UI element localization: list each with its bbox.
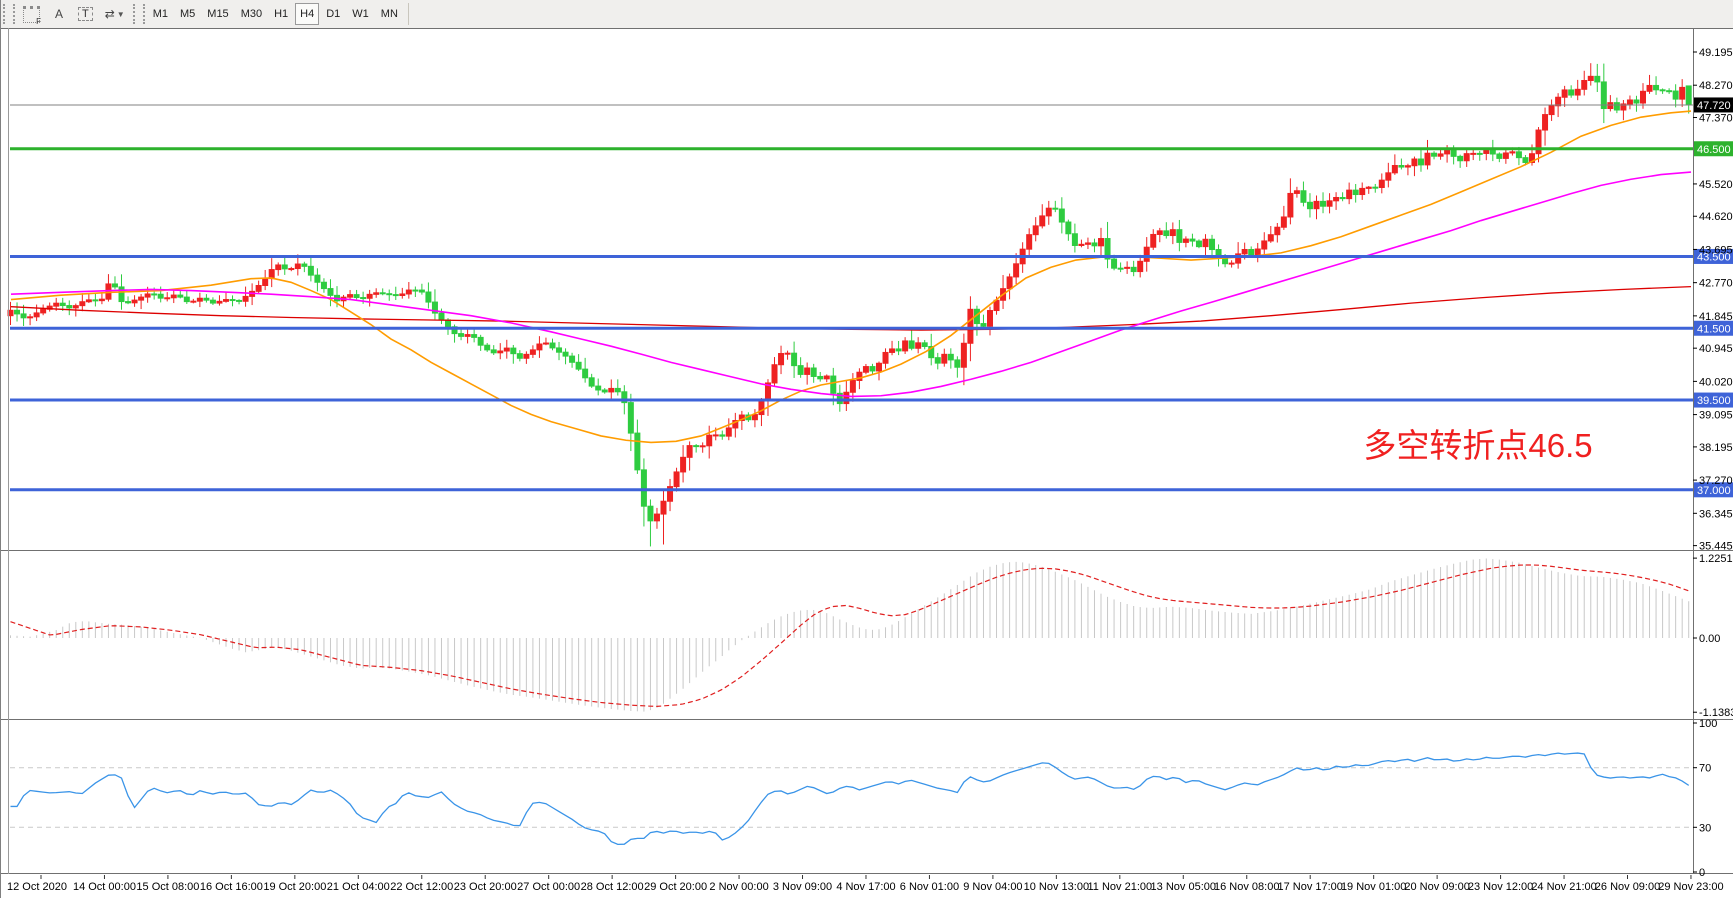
svg-text:37.270: 37.270 bbox=[1699, 475, 1733, 487]
svg-text:21 Oct 04:00: 21 Oct 04:00 bbox=[327, 881, 390, 893]
svg-text:11 Nov 21:00: 11 Nov 21:00 bbox=[1088, 881, 1153, 893]
svg-text:16 Nov 08:00: 16 Nov 08:00 bbox=[1214, 881, 1279, 893]
chart-canvas[interactable]: 47.72046.50043.50041.50039.50037.00049.1… bbox=[1, 28, 1733, 898]
svg-text:36.345: 36.345 bbox=[1699, 508, 1733, 520]
svg-text:47.720: 47.720 bbox=[1697, 100, 1731, 112]
svg-text:35.445: 35.445 bbox=[1699, 541, 1733, 553]
svg-text:0.00: 0.00 bbox=[1699, 633, 1720, 645]
svg-text:1.2251: 1.2251 bbox=[1699, 553, 1733, 565]
timeframe-button-h1[interactable]: H1 bbox=[269, 3, 293, 25]
svg-text:70: 70 bbox=[1699, 763, 1711, 775]
svg-text:40.020: 40.020 bbox=[1699, 376, 1733, 388]
svg-text:28 Oct 12:00: 28 Oct 12:00 bbox=[581, 881, 644, 893]
toolbar: F A T ⇄ ▼ M1M5M15M30H1H4D1W1MN bbox=[1, 0, 1733, 29]
svg-text:23 Oct 20:00: 23 Oct 20:00 bbox=[454, 881, 517, 893]
svg-text:23 Nov 12:00: 23 Nov 12:00 bbox=[1468, 881, 1533, 893]
text-box-button[interactable]: T bbox=[73, 3, 98, 25]
svg-text:0: 0 bbox=[1699, 867, 1705, 879]
cycle-arrows-icon: ⇄ bbox=[105, 8, 115, 20]
svg-text:9 Nov 04:00: 9 Nov 04:00 bbox=[963, 881, 1022, 893]
timeframe-button-m1[interactable]: M1 bbox=[148, 3, 173, 25]
svg-text:39.095: 39.095 bbox=[1699, 410, 1733, 422]
svg-text:3 Nov 09:00: 3 Nov 09:00 bbox=[773, 881, 832, 893]
annotation-text[interactable]: 多空转折点46.5 bbox=[1363, 427, 1592, 464]
svg-text:29 Oct 20:00: 29 Oct 20:00 bbox=[644, 881, 707, 893]
svg-text:29 Nov 23:00: 29 Nov 23:00 bbox=[1658, 881, 1723, 893]
svg-text:43.695: 43.695 bbox=[1699, 244, 1733, 256]
letter-a-icon: A bbox=[55, 8, 63, 20]
svg-text:20 Nov 09:00: 20 Nov 09:00 bbox=[1404, 881, 1469, 893]
svg-text:12 Oct 2020: 12 Oct 2020 bbox=[7, 881, 67, 893]
svg-text:38.195: 38.195 bbox=[1699, 442, 1733, 454]
svg-text:6 Nov 01:00: 6 Nov 01:00 bbox=[900, 881, 959, 893]
timeframe-button-group: M1M5M15M30H1H4D1W1MN bbox=[147, 3, 404, 25]
svg-text:19 Nov 01:00: 19 Nov 01:00 bbox=[1341, 881, 1406, 893]
svg-text:47.370: 47.370 bbox=[1699, 113, 1733, 125]
svg-text:22 Oct 12:00: 22 Oct 12:00 bbox=[390, 881, 453, 893]
timeframe-button-mn[interactable]: MN bbox=[376, 3, 403, 25]
svg-text:24 Nov 21:00: 24 Nov 21:00 bbox=[1531, 881, 1596, 893]
svg-text:16 Oct 16:00: 16 Oct 16:00 bbox=[200, 881, 263, 893]
chevron-down-icon: ▼ bbox=[117, 10, 125, 19]
grid-f-icon: F bbox=[23, 6, 40, 23]
svg-text:15 Oct 08:00: 15 Oct 08:00 bbox=[136, 881, 199, 893]
svg-text:10 Nov 13:00: 10 Nov 13:00 bbox=[1024, 881, 1089, 893]
svg-text:17 Nov 17:00: 17 Nov 17:00 bbox=[1277, 881, 1342, 893]
svg-text:13 Nov 05:00: 13 Nov 05:00 bbox=[1151, 881, 1216, 893]
timeframe-button-m15[interactable]: M15 bbox=[202, 3, 233, 25]
toolbar-separator bbox=[408, 3, 409, 25]
toolbar-drag-handle[interactable] bbox=[3, 4, 15, 24]
svg-text:14 Oct 00:00: 14 Oct 00:00 bbox=[73, 881, 136, 893]
svg-text:30: 30 bbox=[1699, 822, 1711, 834]
svg-text:41.845: 41.845 bbox=[1699, 311, 1733, 323]
svg-text:39.500: 39.500 bbox=[1697, 395, 1731, 407]
svg-text:46.500: 46.500 bbox=[1697, 144, 1731, 156]
svg-text:100: 100 bbox=[1699, 718, 1717, 730]
svg-text:41.500: 41.500 bbox=[1697, 323, 1731, 335]
expert-grid-button[interactable]: F bbox=[18, 3, 45, 25]
toolbar-drag-handle[interactable] bbox=[133, 4, 145, 24]
cycle-arrows-button[interactable]: ⇄ ▼ bbox=[100, 3, 130, 25]
svg-text:45.520: 45.520 bbox=[1699, 179, 1733, 191]
svg-text:4 Nov 17:00: 4 Nov 17:00 bbox=[836, 881, 895, 893]
svg-text:48.270: 48.270 bbox=[1699, 80, 1733, 92]
svg-text:2 Nov 00:00: 2 Nov 00:00 bbox=[709, 881, 768, 893]
mt4-window: F A T ⇄ ▼ M1M5M15M30H1H4D1W1MN ▼UKOil-,H… bbox=[0, 0, 1733, 898]
svg-text:19 Oct 20:00: 19 Oct 20:00 bbox=[263, 881, 326, 893]
timeframe-button-d1[interactable]: D1 bbox=[321, 3, 345, 25]
timeframe-button-m5[interactable]: M5 bbox=[175, 3, 200, 25]
svg-text:44.620: 44.620 bbox=[1699, 211, 1733, 223]
letter-t-icon: T bbox=[78, 7, 93, 21]
timeframe-button-h4[interactable]: H4 bbox=[295, 3, 319, 25]
svg-text:49.195: 49.195 bbox=[1699, 47, 1733, 59]
timeframe-button-m30[interactable]: M30 bbox=[236, 3, 267, 25]
text-label-button[interactable]: A bbox=[47, 3, 71, 25]
svg-text:40.945: 40.945 bbox=[1699, 343, 1733, 355]
timeframe-button-w1[interactable]: W1 bbox=[347, 3, 374, 25]
svg-text:26 Nov 09:00: 26 Nov 09:00 bbox=[1595, 881, 1660, 893]
svg-text:27 Oct 00:00: 27 Oct 00:00 bbox=[517, 881, 580, 893]
svg-text:42.770: 42.770 bbox=[1699, 278, 1733, 290]
